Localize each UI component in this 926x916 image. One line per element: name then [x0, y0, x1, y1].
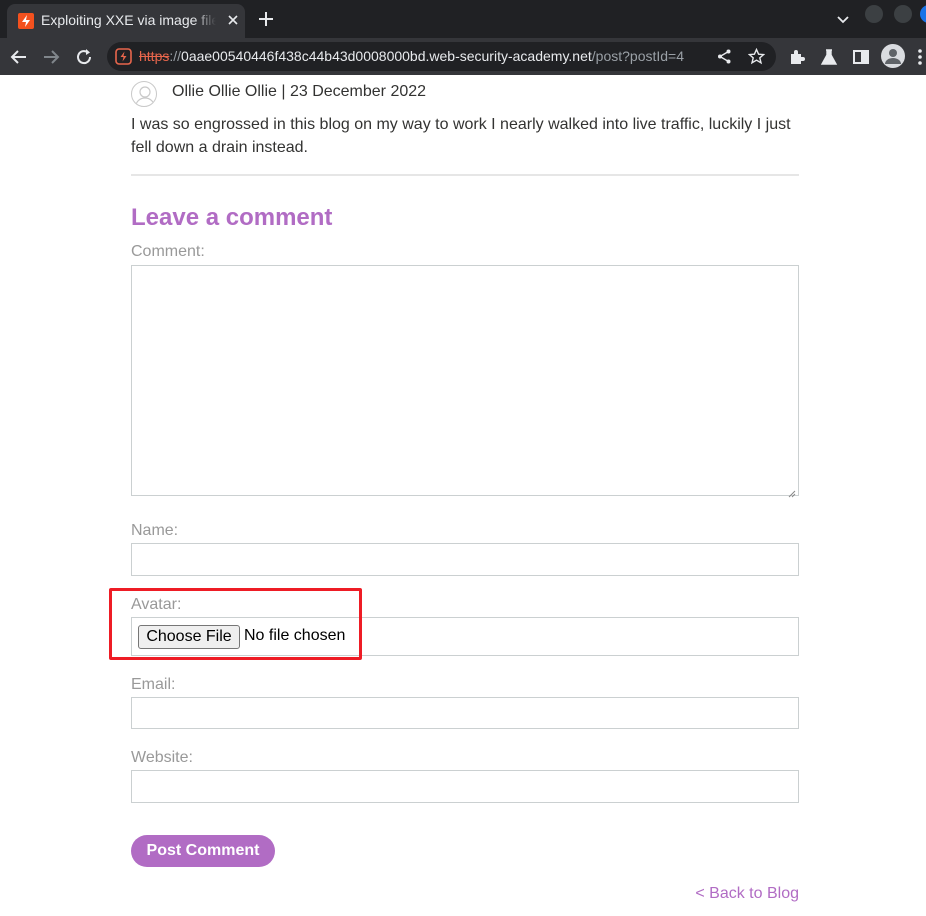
url-host: 0aae00540446f438c44b43d0008000bd.web-sec…	[181, 48, 592, 64]
comment-body: I was so engrossed in this blog on my wa…	[131, 116, 791, 156]
url-separator: ://	[169, 48, 182, 64]
page-viewport: Ollie Ollie Ollie | 23 December 2022 I w…	[0, 75, 926, 916]
lab-flask-icon[interactable]	[819, 47, 839, 67]
share-icon[interactable]	[716, 48, 733, 65]
name-field-label: Name:	[131, 522, 179, 539]
maximize-window-icon[interactable]	[894, 5, 912, 23]
browser-tab-active[interactable]: Exploiting XXE via image file upload	[7, 4, 245, 38]
commenter-avatar-icon	[131, 81, 157, 107]
forward-arrow-icon[interactable]	[41, 47, 61, 67]
bookmark-star-icon[interactable]	[747, 47, 766, 65]
email-input[interactable]	[131, 697, 799, 729]
close-window-icon[interactable]	[920, 5, 926, 23]
comment-author-date: Ollie Ollie Ollie | 23 December 2022	[172, 83, 427, 100]
close-tab-icon[interactable]	[225, 12, 241, 28]
url-path: /post?postId=4	[591, 48, 685, 64]
browser-toolbar: https://0aae00540446f438c44b43d0008000bd…	[0, 38, 926, 75]
website-field-label: Website:	[131, 749, 193, 766]
url-scheme: https	[139, 48, 170, 64]
tab-search-chevron-icon[interactable]	[834, 10, 852, 28]
url-text: https://0aae00540446f438c44b43d0008000bd…	[139, 48, 719, 66]
extensions-puzzle-icon[interactable]	[787, 47, 807, 67]
textarea-resize-handle-icon[interactable]	[788, 485, 796, 498]
name-input[interactable]	[131, 543, 799, 576]
back-arrow-icon[interactable]	[9, 47, 29, 67]
post-comment-button[interactable]: Post Comment	[131, 835, 275, 867]
side-panel-icon[interactable]	[851, 47, 871, 67]
new-tab-plus-icon[interactable]	[256, 9, 276, 29]
reload-icon[interactable]	[74, 47, 94, 67]
leave-comment-heading: Leave a comment	[131, 204, 333, 231]
website-input[interactable]	[131, 770, 799, 803]
comment-field-label: Comment:	[131, 243, 205, 260]
address-bar[interactable]: https://0aae00540446f438c44b43d0008000bd…	[107, 42, 776, 71]
browser-menu-kebab-icon[interactable]	[914, 47, 926, 67]
lab-favicon-icon	[18, 13, 34, 29]
minimize-window-icon[interactable]	[865, 5, 883, 23]
tab-title: Exploiting XXE via image file upload	[41, 12, 216, 30]
back-to-blog-link[interactable]: < Back to Blog	[695, 885, 799, 903]
comment-textarea[interactable]	[131, 265, 799, 498]
email-field-label: Email:	[131, 676, 176, 693]
avatar-highlight-box	[109, 588, 362, 660]
comment-divider	[131, 174, 799, 176]
not-secure-warning-icon[interactable]	[115, 48, 132, 65]
profile-avatar-icon[interactable]	[881, 44, 905, 68]
browser-tab-bar: Exploiting XXE via image file upload	[0, 0, 926, 38]
